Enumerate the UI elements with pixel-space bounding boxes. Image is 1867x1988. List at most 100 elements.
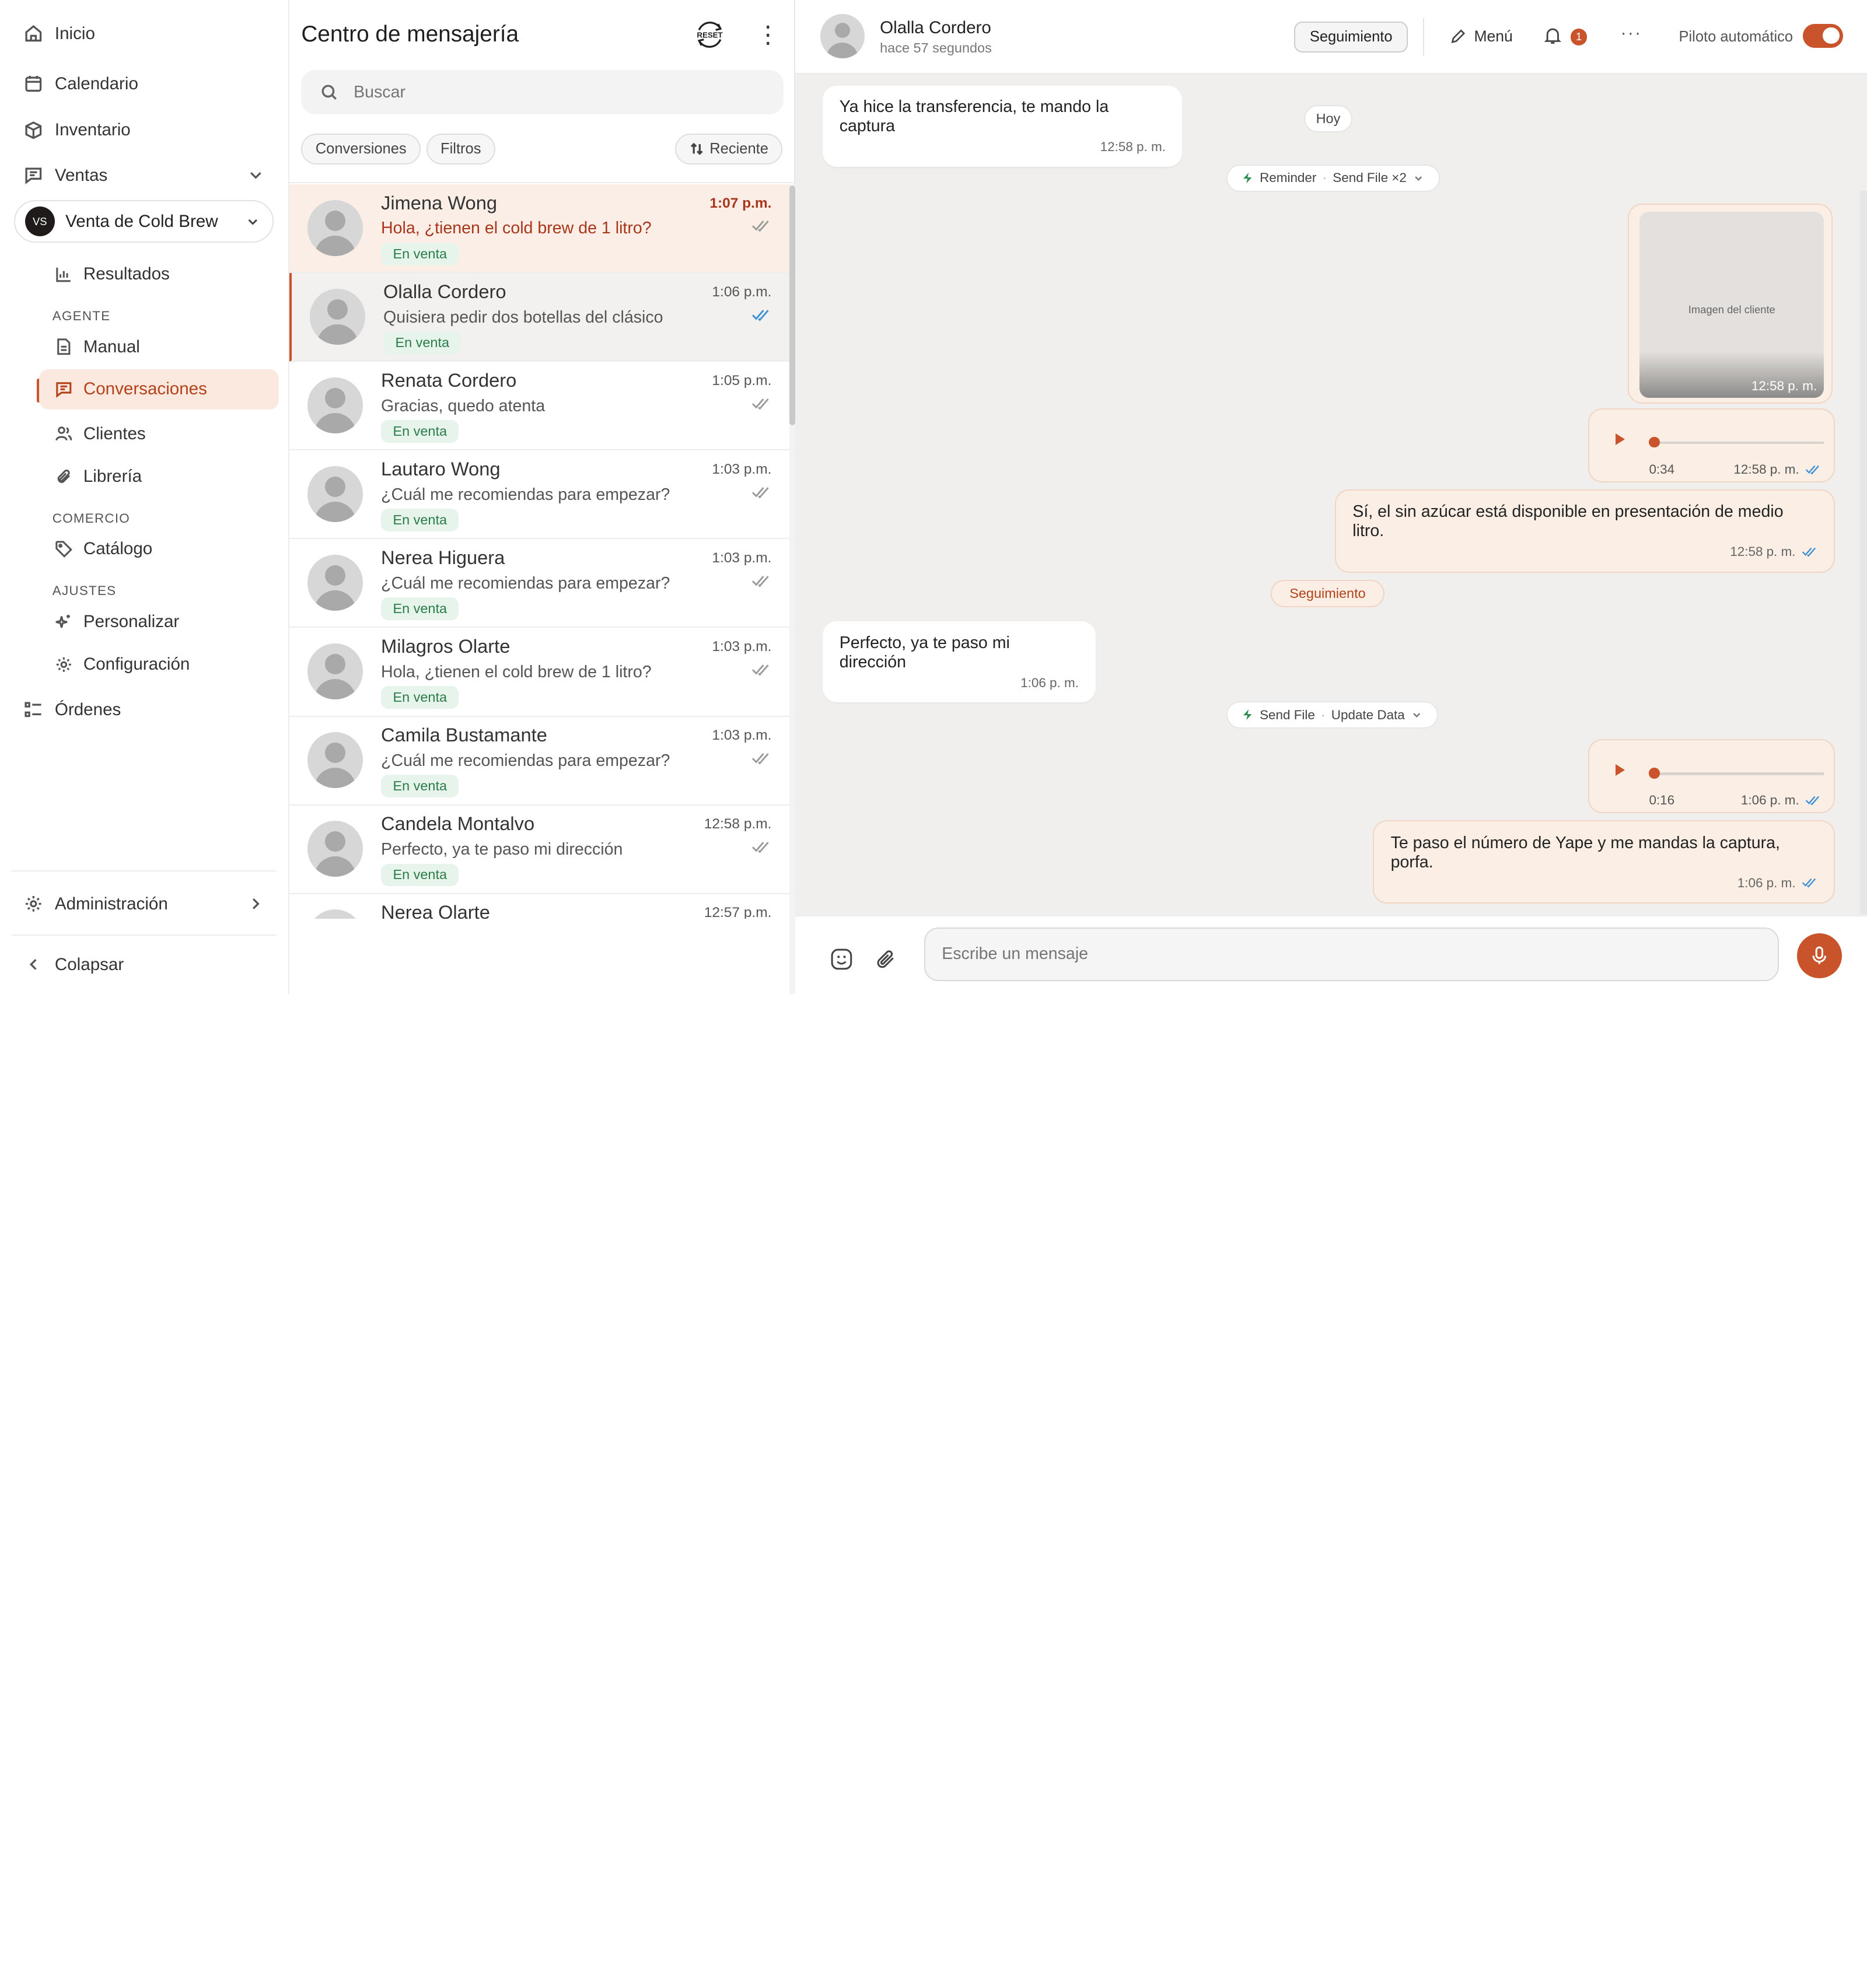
nav-ventas[interactable]: Ventas bbox=[24, 166, 265, 186]
double-check-icon bbox=[751, 309, 769, 321]
status-badge: En venta bbox=[381, 686, 459, 709]
section-ajustes-label: AJUSTES bbox=[52, 583, 117, 598]
conversation-row[interactable]: Lautaro Wong 1:03 p.m. ¿Cuál me recomien… bbox=[289, 450, 790, 540]
conversation-row[interactable]: Candela Montalvo 12:58 p.m. Perfecto, ya… bbox=[289, 806, 790, 894]
conversation-row[interactable]: Nerea Higuera 1:03 p.m. ¿Cuál me recomie… bbox=[289, 539, 790, 628]
conversation-row[interactable]: Jimena Wong 1:07 p.m. Hola, ¿tienen el c… bbox=[289, 184, 790, 274]
more-options-icon[interactable]: ⋮ bbox=[756, 22, 780, 47]
follow-up-button[interactable]: Seguimiento bbox=[1294, 21, 1408, 52]
message-text: Perfecto, ya te paso mi dirección bbox=[839, 633, 1010, 671]
message-preview: Gracias, quedo atenta bbox=[381, 396, 546, 415]
nav-clientes[interactable]: Clientes bbox=[55, 424, 146, 444]
scrollbar-track[interactable] bbox=[1859, 190, 1867, 915]
sparkles-icon bbox=[55, 614, 70, 628]
chevron-right-icon bbox=[253, 898, 260, 909]
chevron-down-icon bbox=[1413, 713, 1421, 718]
filter-filters-chip[interactable]: Filtros bbox=[426, 133, 495, 164]
double-check-icon bbox=[751, 220, 769, 232]
pencil-icon bbox=[1451, 29, 1465, 44]
nav-libreria[interactable]: Librería bbox=[55, 467, 142, 487]
collapse-button[interactable]: Colapsar bbox=[24, 955, 124, 975]
collapse-label: Colapsar bbox=[54, 954, 124, 974]
message-preview: Quisiera pedir dos botellas del clásico bbox=[383, 307, 663, 327]
conversation-row[interactable]: Milagros Olarte 1:03 p.m. Hola, ¿tienen … bbox=[289, 628, 790, 717]
filter-conversions-label: Conversiones bbox=[315, 140, 407, 157]
nav-configuracion[interactable]: Configuración bbox=[55, 654, 190, 674]
workspace-selector[interactable]: VS Venta de Cold Brew bbox=[14, 200, 274, 243]
search-icon bbox=[321, 85, 337, 100]
double-check-icon bbox=[751, 752, 769, 765]
audio-progress[interactable] bbox=[1653, 442, 1824, 444]
nav-inventario[interactable]: Inventario bbox=[24, 120, 131, 140]
double-check-icon bbox=[751, 575, 769, 587]
double-check-icon bbox=[751, 841, 769, 853]
conversation-list: Jimena Wong 1:07 p.m. Hola, ¿tienen el c… bbox=[289, 184, 790, 919]
nav-resultados-label: Resultados bbox=[83, 264, 170, 284]
divider bbox=[289, 182, 796, 184]
message-input-wrapper[interactable] bbox=[924, 927, 1779, 981]
bell-icon[interactable] bbox=[1543, 26, 1562, 46]
automation-actions[interactable]: Reminder · Send File ×2 bbox=[1226, 164, 1440, 192]
divider bbox=[12, 870, 277, 872]
audio-scrubber[interactable] bbox=[1649, 436, 1660, 448]
nav-ordenes-label: Órdenes bbox=[54, 699, 121, 719]
more-horizontal-icon[interactable]: ··· bbox=[1621, 23, 1642, 43]
paperclip-icon[interactable] bbox=[874, 947, 898, 971]
status-badge: En venta bbox=[381, 597, 459, 621]
microphone-button[interactable] bbox=[1796, 933, 1842, 979]
page-title: Centro de mensajería bbox=[301, 21, 519, 47]
workspace-avatar: VS bbox=[25, 206, 55, 237]
message-preview: Perfecto, ya te paso mi dirección bbox=[381, 839, 623, 859]
conversation-row[interactable]: Olalla Cordero 1:06 p.m. Quisiera pedir … bbox=[289, 273, 790, 362]
nav-calendario[interactable]: Calendario bbox=[24, 74, 138, 94]
workspace-name: Venta de Cold Brew bbox=[65, 211, 218, 231]
message-time: 12:58 p. m. bbox=[1733, 461, 1799, 477]
message-image[interactable]: Imagen del cliente 12:58 p. m. bbox=[1627, 203, 1833, 404]
double-check-icon bbox=[1805, 796, 1819, 806]
menu-button[interactable]: Menú bbox=[1450, 27, 1513, 46]
image-attachment[interactable]: Imagen del cliente 12:58 p. m. bbox=[1639, 212, 1824, 398]
status-badge: En venta bbox=[381, 420, 459, 443]
autopilot-label: Piloto automático bbox=[1679, 28, 1793, 45]
contact-name: Renata Cordero bbox=[381, 369, 517, 391]
message-time: 12:58 p. m. bbox=[1751, 379, 1817, 394]
search-input[interactable] bbox=[354, 82, 735, 102]
conversation-row[interactable]: Nerea Olarte 12:57 p.m. bbox=[289, 894, 789, 919]
nav-inicio-label: Inicio bbox=[54, 23, 95, 43]
filter-conversions-chip[interactable]: Conversiones bbox=[301, 133, 421, 164]
nav-personalizar[interactable]: Personalizar bbox=[55, 612, 179, 632]
list-icon bbox=[25, 702, 41, 717]
audio-progress[interactable] bbox=[1653, 772, 1824, 775]
play-icon[interactable] bbox=[1616, 433, 1625, 445]
message-input[interactable] bbox=[942, 944, 1751, 964]
message-time: 1:03 p.m. bbox=[712, 727, 772, 743]
chevron-down-icon bbox=[1415, 176, 1422, 181]
reset-icon[interactable]: RESET bbox=[694, 19, 725, 50]
nav-conversaciones[interactable]: Conversaciones bbox=[39, 369, 279, 410]
autopilot-toggle[interactable] bbox=[1802, 23, 1844, 48]
nav-inventario-label: Inventario bbox=[54, 120, 131, 140]
sticker-icon[interactable] bbox=[830, 947, 854, 971]
chat-header: Olalla Cordero hace 57 segundos Seguimie… bbox=[795, 0, 1867, 74]
message-time: 12:58 p.m. bbox=[704, 816, 772, 832]
avatar bbox=[307, 200, 363, 256]
automation-actions[interactable]: Send File · Update Data bbox=[1226, 701, 1438, 729]
search-field[interactable] bbox=[301, 70, 784, 114]
nav-administracion[interactable]: Administración bbox=[24, 894, 265, 914]
sort-label: Reciente bbox=[709, 140, 768, 157]
nav-ordenes[interactable]: Órdenes bbox=[24, 700, 121, 720]
conversation-row[interactable]: Renata Cordero 1:05 p.m. Gracias, quedo … bbox=[289, 362, 790, 451]
nav-manual[interactable]: Manual bbox=[55, 337, 140, 357]
message-time: 1:03 p.m. bbox=[712, 550, 772, 566]
conversation-row[interactable]: Camila Bustamante 1:03 p.m. ¿Cuál me rec… bbox=[289, 717, 790, 806]
sort-button[interactable]: Reciente bbox=[675, 133, 783, 164]
play-icon[interactable] bbox=[1616, 764, 1625, 776]
nav-catalogo-label: Catálogo bbox=[83, 539, 153, 559]
scrollbar-thumb[interactable] bbox=[789, 186, 796, 425]
nav-catalogo[interactable]: Catálogo bbox=[55, 539, 152, 559]
message-time: 1:06 p.m. bbox=[712, 284, 772, 300]
nav-inicio[interactable]: Inicio bbox=[24, 24, 95, 44]
nav-resultados[interactable]: Resultados bbox=[55, 264, 170, 284]
audio-scrubber[interactable] bbox=[1649, 768, 1660, 779]
avatar bbox=[307, 377, 363, 433]
